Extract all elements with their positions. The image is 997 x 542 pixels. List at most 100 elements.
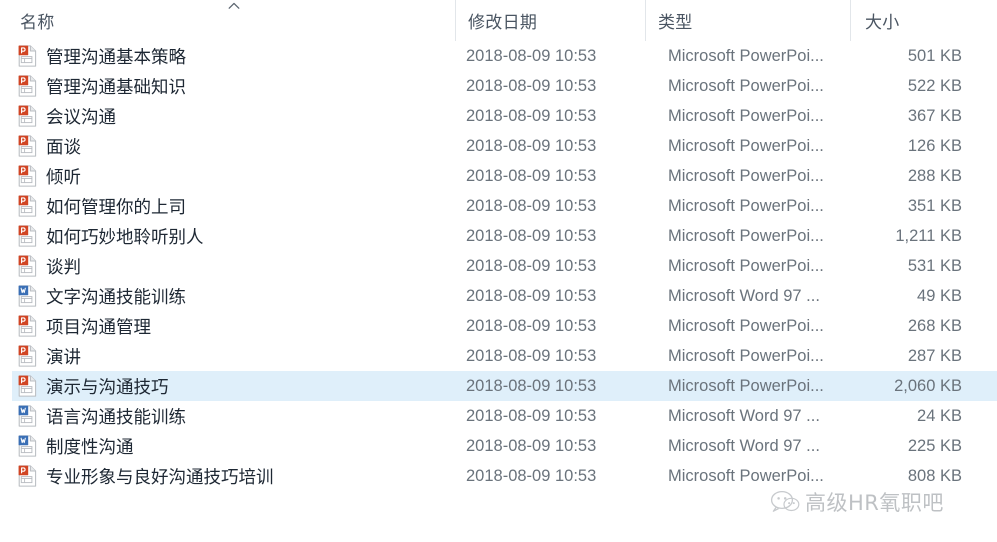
file-name-label: 管理沟通基础知识 bbox=[46, 76, 186, 97]
file-row[interactable]: 项目沟通管理 2018-08-09 10:53 Microsoft PowerPoi… bbox=[0, 311, 997, 341]
file-type-cell: Microsoft PowerPoi... bbox=[668, 166, 824, 185]
file-size-cell: 24 KB bbox=[917, 406, 962, 425]
file-name-cell[interactable]: 谈判 bbox=[18, 251, 458, 281]
file-name-label: 专业形象与良好沟通技巧培训 bbox=[46, 466, 274, 487]
file-name-cell[interactable]: 倾听 bbox=[18, 161, 458, 191]
file-row[interactable]: 会议沟通 2018-08-09 10:53 Microsoft PowerPoi..… bbox=[0, 101, 997, 131]
file-date-modified-cell: 2018-08-09 10:53 bbox=[466, 316, 597, 335]
file-size-cell: 501 KB bbox=[907, 46, 962, 65]
column-header-date-modified-label: 修改日期 bbox=[468, 13, 538, 32]
file-date-modified-cell: 2018-08-09 10:53 bbox=[466, 346, 597, 365]
word-file-icon bbox=[18, 285, 37, 307]
file-size-cell: 288 KB bbox=[907, 166, 962, 185]
column-header-date-modified[interactable]: 修改日期 bbox=[455, 0, 645, 41]
file-name-cell[interactable]: 如何管理你的上司 bbox=[18, 191, 458, 221]
file-row[interactable]: 制度性沟通 2018-08-09 10:53 Microsoft Word 97 .… bbox=[0, 431, 997, 461]
powerpoint-file-icon bbox=[18, 45, 37, 67]
file-type-cell: Microsoft PowerPoi... bbox=[668, 376, 824, 395]
file-size-cell: 225 KB bbox=[907, 436, 962, 455]
watermark-text: 高级HR氧职吧 bbox=[805, 491, 944, 515]
file-row[interactable]: 演示与沟通技巧 2018-08-09 10:53 Microsoft PowerPo… bbox=[0, 371, 997, 401]
powerpoint-file-icon bbox=[18, 165, 37, 187]
file-type-cell: Microsoft Word 97 ... bbox=[668, 286, 820, 305]
file-name-label: 语言沟通技能训练 bbox=[46, 406, 186, 427]
file-name-label: 谈判 bbox=[46, 256, 81, 277]
file-size-cell: 287 KB bbox=[907, 346, 962, 365]
file-row[interactable]: 专业形象与良好沟通技巧培训 2018-08-09 10:53 Microsoft P… bbox=[0, 461, 997, 491]
file-date-modified-cell: 2018-08-09 10:53 bbox=[466, 46, 597, 65]
file-row[interactable]: 如何巧妙地聆听别人 2018-08-09 10:53 Microsoft Power… bbox=[0, 221, 997, 251]
word-file-icon bbox=[18, 405, 37, 427]
sort-ascending-icon bbox=[226, 0, 242, 12]
file-list: 管理沟通基本策略 2018-08-09 10:53 Microsoft PowerP… bbox=[0, 41, 997, 491]
file-row[interactable]: 谈判 2018-08-09 10:53 Microsoft PowerPoi... 5… bbox=[0, 251, 997, 281]
powerpoint-file-icon bbox=[18, 345, 37, 367]
powerpoint-file-icon bbox=[18, 135, 37, 157]
file-date-modified-cell: 2018-08-09 10:53 bbox=[466, 106, 597, 125]
file-name-cell[interactable]: 项目沟通管理 bbox=[18, 311, 458, 341]
file-row[interactable]: 管理沟通基本策略 2018-08-09 10:53 Microsoft PowerP… bbox=[0, 41, 997, 71]
file-size-cell: 126 KB bbox=[907, 136, 962, 155]
file-date-modified-cell: 2018-08-09 10:53 bbox=[466, 436, 597, 455]
file-name-label: 文字沟通技能训练 bbox=[46, 286, 186, 307]
file-date-modified-cell: 2018-08-09 10:53 bbox=[466, 256, 597, 275]
file-size-cell: 531 KB bbox=[907, 256, 962, 275]
file-size-cell: 367 KB bbox=[907, 106, 962, 125]
file-name-cell[interactable]: 会议沟通 bbox=[18, 101, 458, 131]
file-name-cell[interactable]: 面谈 bbox=[18, 131, 458, 161]
file-name-cell[interactable]: 管理沟通基本策略 bbox=[18, 41, 458, 71]
file-date-modified-cell: 2018-08-09 10:53 bbox=[466, 166, 597, 185]
file-name-label: 制度性沟通 bbox=[46, 436, 134, 457]
file-type-cell: Microsoft Word 97 ... bbox=[668, 436, 820, 455]
powerpoint-file-icon bbox=[18, 225, 37, 247]
column-header-type[interactable]: 类型 bbox=[645, 0, 850, 41]
file-name-label: 管理沟通基本策略 bbox=[46, 46, 186, 67]
file-name-cell[interactable]: 如何巧妙地聆听别人 bbox=[18, 221, 458, 251]
file-size-cell: 268 KB bbox=[907, 316, 962, 335]
file-size-cell: 808 KB bbox=[907, 466, 962, 485]
file-name-cell[interactable]: 语言沟通技能训练 bbox=[18, 401, 458, 431]
file-type-cell: Microsoft PowerPoi... bbox=[668, 316, 824, 335]
file-type-cell: Microsoft PowerPoi... bbox=[668, 346, 824, 365]
file-name-label: 项目沟通管理 bbox=[46, 316, 151, 337]
file-type-cell: Microsoft PowerPoi... bbox=[668, 136, 824, 155]
file-name-label: 会议沟通 bbox=[46, 106, 116, 127]
file-row[interactable]: 管理沟通基础知识 2018-08-09 10:53 Microsoft PowerP… bbox=[0, 71, 997, 101]
file-row[interactable]: 语言沟通技能训练 2018-08-09 10:53 Microsoft Word 9… bbox=[0, 401, 997, 431]
file-type-cell: Microsoft PowerPoi... bbox=[668, 106, 824, 125]
file-date-modified-cell: 2018-08-09 10:53 bbox=[466, 76, 597, 95]
file-name-label: 面谈 bbox=[46, 136, 81, 157]
file-row[interactable]: 倾听 2018-08-09 10:53 Microsoft PowerPoi... 2… bbox=[0, 161, 997, 191]
file-date-modified-cell: 2018-08-09 10:53 bbox=[466, 136, 597, 155]
powerpoint-file-icon bbox=[18, 315, 37, 337]
file-type-cell: Microsoft PowerPoi... bbox=[668, 226, 824, 245]
file-type-cell: Microsoft PowerPoi... bbox=[668, 76, 824, 95]
file-date-modified-cell: 2018-08-09 10:53 bbox=[466, 466, 597, 485]
file-row[interactable]: 文字沟通技能训练 2018-08-09 10:53 Microsoft Word 9… bbox=[0, 281, 997, 311]
file-explorer-details-view: 名称 修改日期 类型 大小 管理沟通基本策略 2018-08-09 10:53 Mi… bbox=[0, 0, 997, 542]
word-file-icon bbox=[18, 435, 37, 457]
file-size-cell: 522 KB bbox=[907, 76, 962, 95]
file-size-cell: 351 KB bbox=[907, 196, 962, 215]
file-name-label: 如何管理你的上司 bbox=[46, 196, 186, 217]
file-row[interactable]: 如何管理你的上司 2018-08-09 10:53 Microsoft PowerP… bbox=[0, 191, 997, 221]
file-date-modified-cell: 2018-08-09 10:53 bbox=[466, 406, 597, 425]
column-header-size-label: 大小 bbox=[865, 13, 900, 32]
file-name-cell[interactable]: 专业形象与良好沟通技巧培训 bbox=[18, 461, 458, 491]
file-type-cell: Microsoft PowerPoi... bbox=[668, 466, 824, 485]
file-name-label: 演讲 bbox=[46, 346, 81, 367]
file-size-cell: 2,060 KB bbox=[894, 376, 962, 395]
file-row[interactable]: 演讲 2018-08-09 10:53 Microsoft PowerPoi... 2… bbox=[0, 341, 997, 371]
powerpoint-file-icon bbox=[18, 255, 37, 277]
file-row[interactable]: 面谈 2018-08-09 10:53 Microsoft PowerPoi... 1… bbox=[0, 131, 997, 161]
file-type-cell: Microsoft PowerPoi... bbox=[668, 256, 824, 275]
file-name-cell[interactable]: 制度性沟通 bbox=[18, 431, 458, 461]
file-name-cell[interactable]: 演示与沟通技巧 bbox=[18, 371, 458, 401]
file-name-cell[interactable]: 文字沟通技能训练 bbox=[18, 281, 458, 311]
file-name-cell[interactable]: 演讲 bbox=[18, 341, 458, 371]
file-type-cell: Microsoft Word 97 ... bbox=[668, 406, 820, 425]
file-type-cell: Microsoft PowerPoi... bbox=[668, 196, 824, 215]
file-name-cell[interactable]: 管理沟通基础知识 bbox=[18, 71, 458, 101]
column-header-size[interactable]: 大小 bbox=[850, 0, 997, 41]
powerpoint-file-icon bbox=[18, 75, 37, 97]
